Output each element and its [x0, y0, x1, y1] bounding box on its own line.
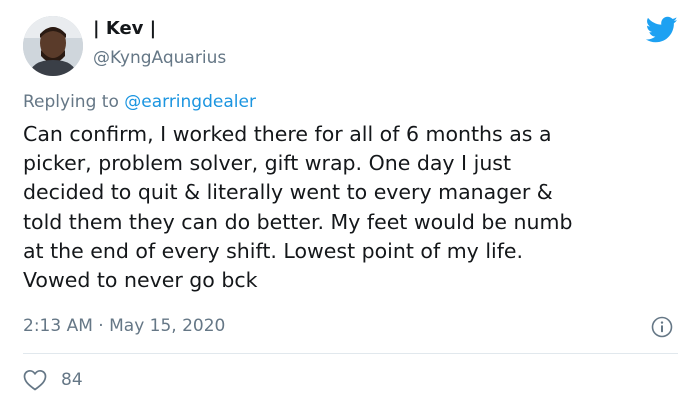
- tweet-text-line: told them they can do better. My feet wo…: [23, 209, 573, 234]
- twitter-bird-icon[interactable]: [646, 16, 678, 44]
- tweet-text-line: Vowed to never go bck: [23, 268, 258, 293]
- tweet-date: May 15, 2020: [109, 316, 226, 336]
- author-handle[interactable]: @KyngAquarius: [93, 46, 226, 70]
- author-display-name[interactable]: | Kev |: [93, 17, 156, 41]
- avatar[interactable]: [23, 16, 83, 76]
- timestamp-separator: ·: [98, 316, 104, 336]
- tweet-text-line: Can confirm, I worked there for all of 6…: [23, 122, 552, 146]
- reply-context: Replying to @earringdealer: [23, 90, 256, 114]
- tweet-timestamp[interactable]: 2:13 AM · May 15, 2020: [23, 314, 225, 338]
- divider: [23, 353, 678, 354]
- like-button[interactable]: 84: [23, 368, 83, 392]
- like-count: 84: [61, 370, 83, 390]
- reply-prefix: Replying to: [23, 92, 125, 112]
- tweet-text-line: decided to quit & literally went to ever…: [23, 180, 553, 205]
- info-icon[interactable]: [651, 316, 673, 338]
- avatar-photo: [23, 16, 83, 76]
- tweet-text: Can confirm, I worked there for all of 6…: [23, 120, 683, 295]
- tweet-time: 2:13 AM: [23, 316, 93, 336]
- tweet-text-line: picker, problem solver, gift wrap. One d…: [23, 151, 512, 176]
- tweet-text-line: at the end of every shift. Lowest point …: [23, 238, 524, 263]
- heart-icon: [23, 369, 47, 391]
- reply-to-link[interactable]: @earringdealer: [124, 92, 256, 112]
